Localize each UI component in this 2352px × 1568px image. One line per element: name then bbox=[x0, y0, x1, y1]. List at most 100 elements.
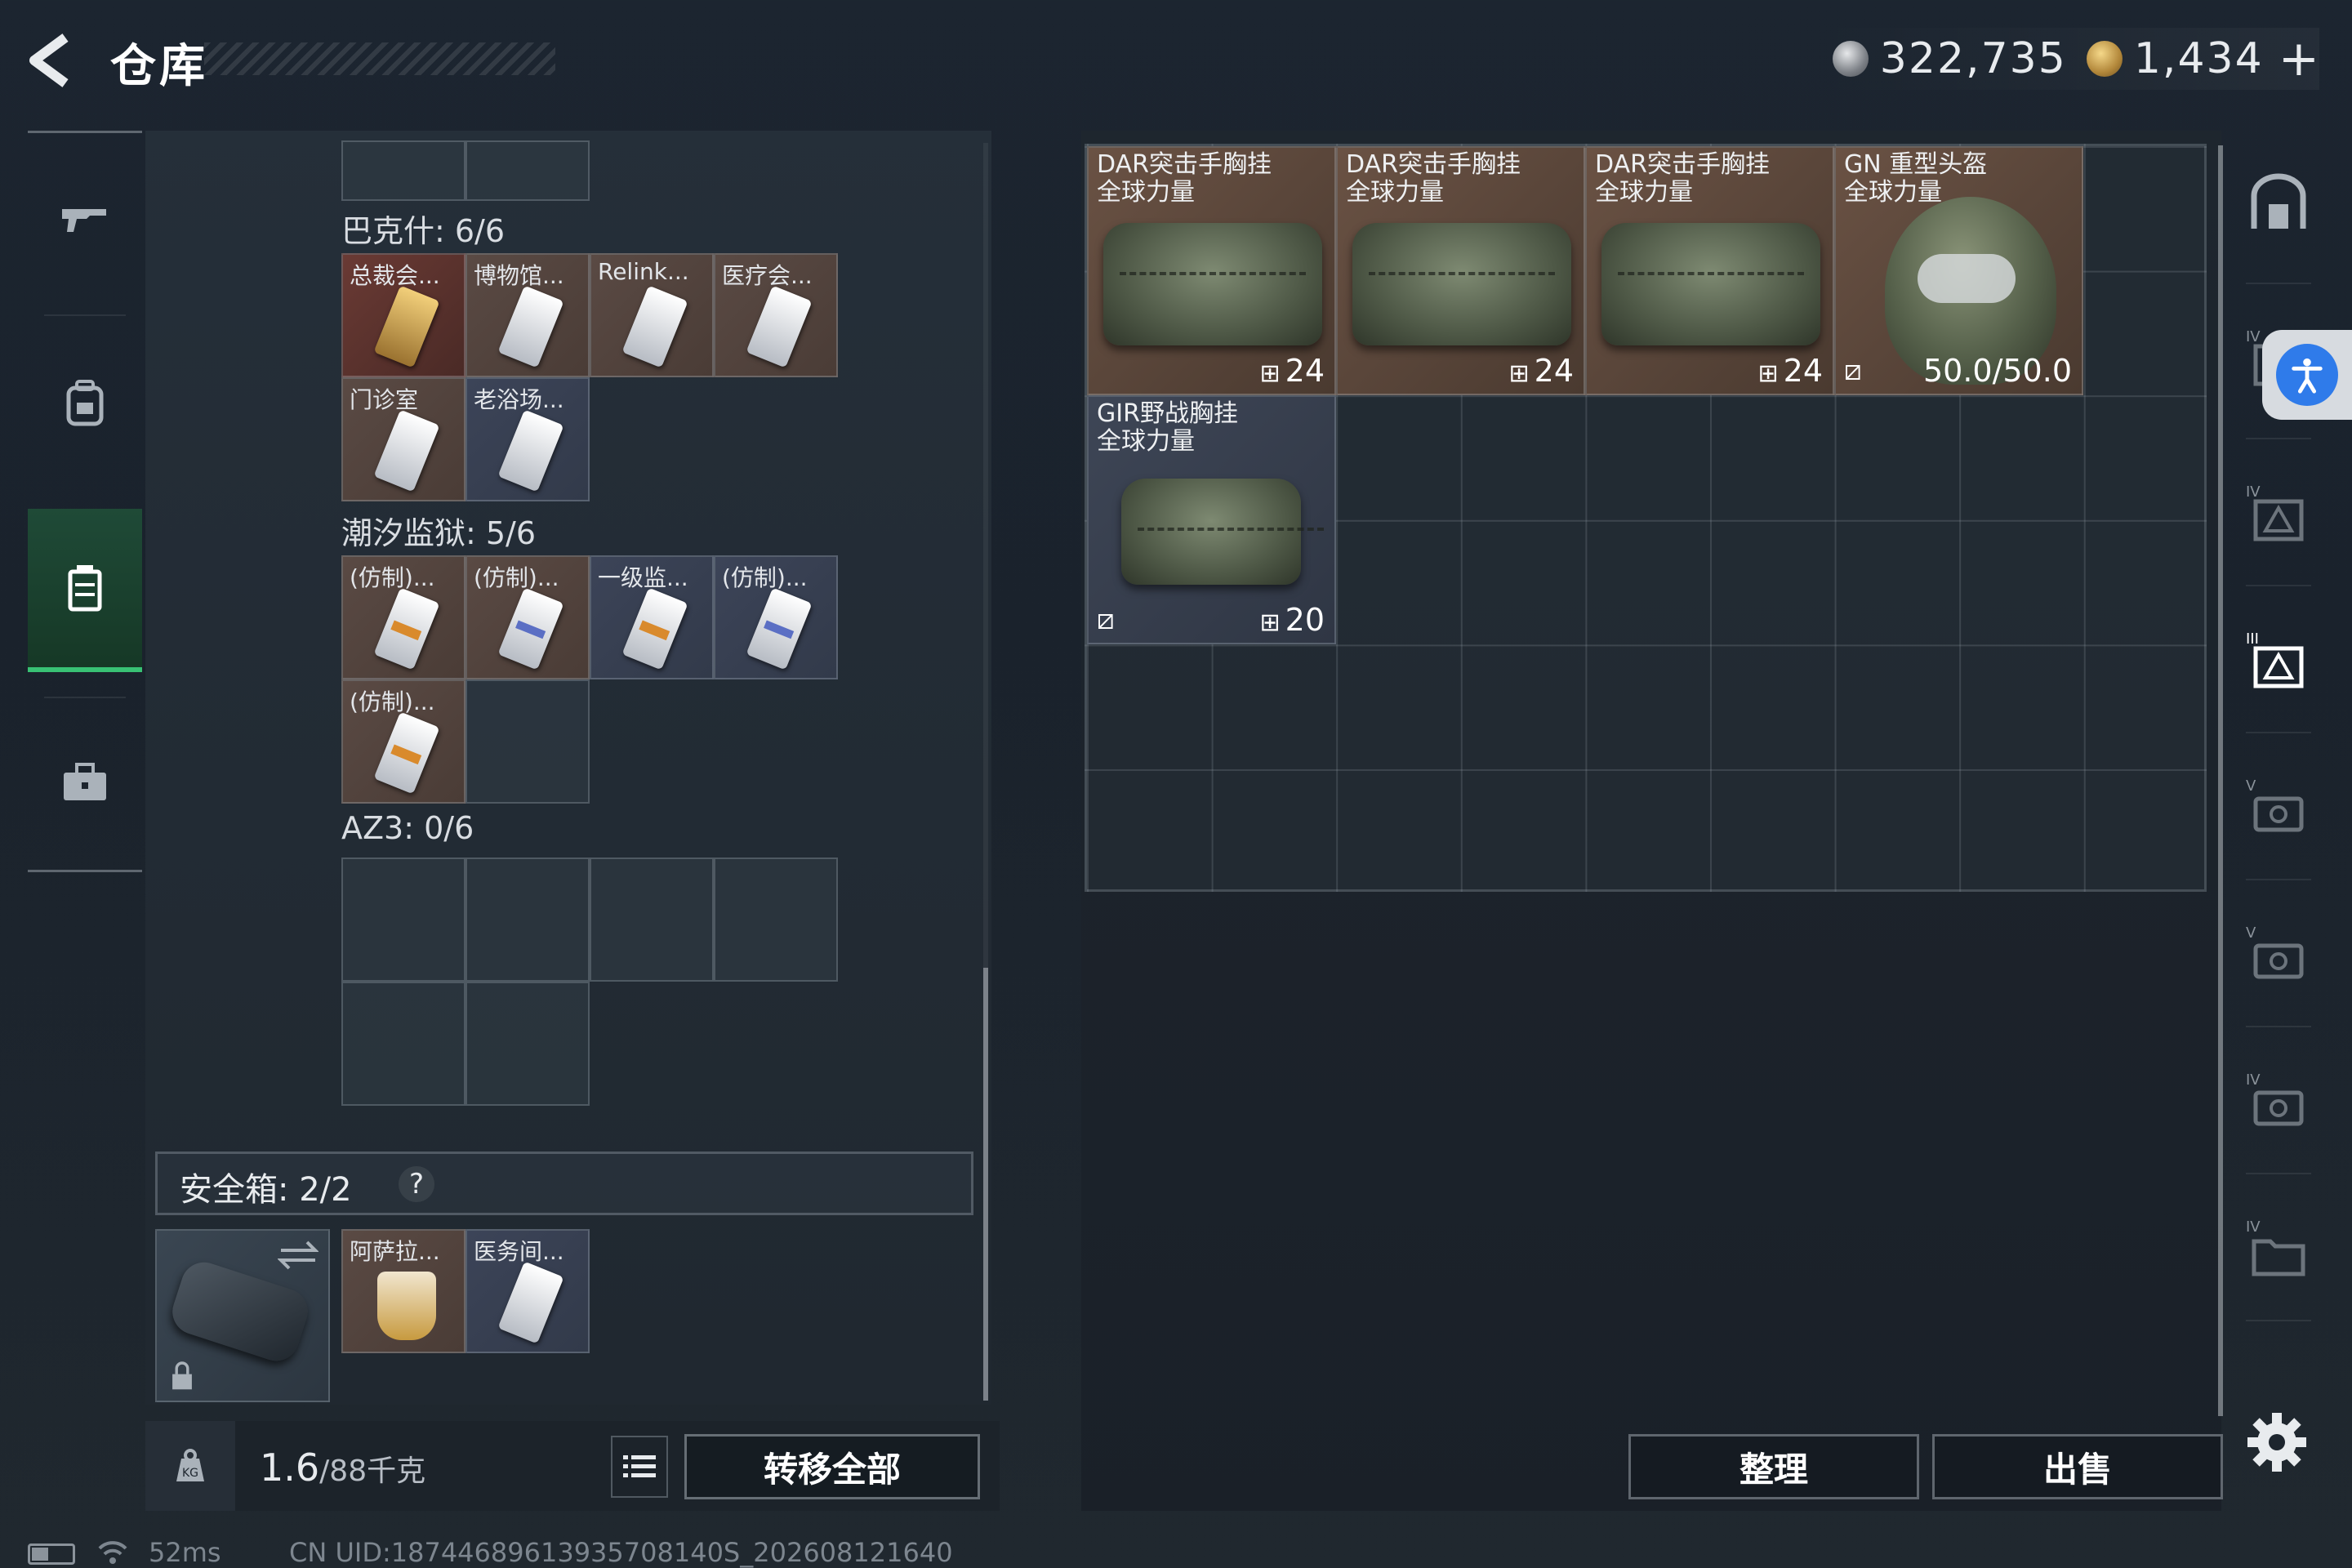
accessibility-icon bbox=[2292, 358, 2323, 394]
keycard-slot[interactable]: (仿制)... bbox=[341, 679, 466, 804]
stash-item[interactable]: GIR野战胸挂 全球力量 ⧄ ⊞ 20 bbox=[1087, 395, 1336, 644]
svg-text:V: V bbox=[2246, 777, 2256, 795]
safe-box-label: 安全箱: 2/2 bbox=[180, 1171, 352, 1209]
list-view-button[interactable] bbox=[611, 1436, 668, 1498]
no-insurance-icon: ⧄ bbox=[1844, 354, 1862, 387]
safe-box-grid: 阿萨拉... 医务间... bbox=[341, 1229, 590, 1353]
weight-display: 1.6/88千克 bbox=[260, 1446, 425, 1490]
capacity-icon: ⊞ bbox=[1259, 359, 1281, 388]
keycard-grid bbox=[341, 858, 838, 1106]
no-insurance-icon: ⧄ bbox=[1097, 604, 1115, 636]
section-label: 巴克什: 6/6 bbox=[341, 213, 506, 249]
keycard-slot[interactable]: (仿制)... bbox=[341, 555, 466, 679]
back-button[interactable] bbox=[24, 31, 82, 90]
left-scrollbar-thumb[interactable] bbox=[983, 968, 988, 1401]
tab-container[interactable]: IV bbox=[2230, 441, 2328, 588]
empty-slot[interactable] bbox=[341, 982, 466, 1106]
help-button[interactable]: ? bbox=[399, 1166, 434, 1202]
empty-slot[interactable] bbox=[466, 982, 590, 1106]
settings-button[interactable] bbox=[2244, 1410, 2310, 1475]
backpack-icon bbox=[66, 380, 104, 426]
keycard-slot[interactable]: 门诊室 bbox=[341, 377, 466, 501]
chest-rig-icon bbox=[1121, 479, 1324, 585]
keycard-icon bbox=[497, 409, 564, 492]
weight-lock: KG bbox=[145, 1421, 235, 1511]
tab-container[interactable]: V bbox=[2230, 882, 2328, 1029]
empty-slot[interactable] bbox=[341, 858, 466, 982]
stash-grid: DAR突击手胸挂 全球力量 ⊞ 24 DAR突击手胸挂 全球力量 ⊞ 24 DAR突击手… bbox=[1085, 144, 2207, 892]
empty-slot[interactable] bbox=[714, 858, 838, 982]
transfer-all-button[interactable]: 转移全部 bbox=[684, 1434, 980, 1499]
item-name: GN 重型头盔 bbox=[1844, 150, 1988, 179]
keycard-slot[interactable]: 老浴场... bbox=[466, 377, 590, 501]
capacity-icon: ⊞ bbox=[1259, 608, 1281, 637]
gun-icon bbox=[62, 209, 106, 232]
teapot-icon bbox=[377, 1272, 436, 1340]
keycard-slot[interactable]: (仿制)... bbox=[714, 555, 838, 679]
stash-item[interactable]: DAR突击手胸挂 全球力量 ⊞ 24 bbox=[1585, 146, 1834, 395]
secure-case-icon bbox=[167, 1256, 314, 1367]
storage-case-icon bbox=[68, 565, 102, 612]
keycard-icon bbox=[746, 285, 813, 368]
item-capacity: 24 bbox=[1783, 353, 1823, 389]
weight-capacity: /88千克 bbox=[319, 1454, 426, 1488]
tab-container-active[interactable]: III bbox=[2230, 588, 2328, 735]
keycard-slot[interactable]: 总裁会... bbox=[341, 253, 466, 377]
keycard-icon bbox=[621, 285, 688, 368]
tab-container[interactable]: V bbox=[2230, 735, 2328, 882]
keycard-slot[interactable]: 医疗会... bbox=[714, 253, 838, 377]
tier-v-case-icon: V bbox=[2246, 924, 2304, 979]
nav-toolbox[interactable] bbox=[28, 697, 142, 868]
keycard-slot[interactable]: (仿制)... bbox=[466, 555, 590, 679]
briefcase-icon bbox=[64, 763, 106, 800]
keycard-icon bbox=[373, 409, 440, 492]
gear-icon bbox=[2247, 1413, 2306, 1472]
empty-slot[interactable] bbox=[341, 140, 466, 201]
safe-box-slot[interactable]: 医务间... bbox=[466, 1229, 590, 1353]
right-scrollbar[interactable] bbox=[2218, 145, 2223, 1416]
item-faction: 全球力量 bbox=[1346, 178, 1444, 207]
keycard-grid: 总裁会... 博物馆... Relink... 医疗会... 门诊室 老浴场..… bbox=[341, 253, 838, 501]
tab-stash-main[interactable] bbox=[2230, 131, 2328, 278]
stash-item[interactable]: DAR突击手胸挂 全球力量 ⊞ 24 bbox=[1336, 146, 1585, 395]
weight-icon: KG bbox=[176, 1449, 204, 1481]
empty-slot[interactable] bbox=[466, 140, 590, 201]
keycard-slot[interactable]: 博物馆... bbox=[466, 253, 590, 377]
title-decoration bbox=[204, 42, 555, 75]
item-name: DAR突击手胸挂 bbox=[1097, 150, 1272, 179]
swap-icon bbox=[278, 1241, 318, 1270]
sort-button[interactable]: 整理 bbox=[1628, 1434, 1919, 1499]
keycard-slot[interactable]: 一级监... bbox=[590, 555, 714, 679]
tier-v-case-icon: V bbox=[2246, 777, 2304, 832]
empty-slot[interactable] bbox=[466, 858, 590, 982]
item-name: DAR突击手胸挂 bbox=[1346, 150, 1521, 179]
keycard-icon bbox=[373, 711, 440, 795]
empty-slot[interactable] bbox=[466, 679, 590, 804]
empty-slot[interactable] bbox=[590, 858, 714, 982]
add-currency-button[interactable]: + bbox=[2278, 30, 2319, 87]
tab-container[interactable]: IV bbox=[2230, 1029, 2328, 1176]
item-faction: 全球力量 bbox=[1097, 178, 1195, 207]
user-uid: CN UID:18744689613935708140S_20260812164… bbox=[289, 1537, 953, 1568]
tab-container[interactable]: IV bbox=[2230, 1176, 2328, 1323]
nav-backpack[interactable] bbox=[28, 317, 142, 488]
svg-text:V: V bbox=[2246, 924, 2256, 942]
item-faction: 全球力量 bbox=[1595, 178, 1693, 207]
safe-box-slot[interactable]: 阿萨拉... bbox=[341, 1229, 466, 1353]
section-label: AZ3: 0/6 bbox=[341, 810, 474, 846]
item-capacity: 20 bbox=[1285, 602, 1325, 638]
stash-item[interactable]: GN 重型头盔 全球力量 ⧄ 50.0/50.0 bbox=[1834, 146, 2083, 395]
nav-weapons[interactable] bbox=[28, 133, 142, 305]
sell-button[interactable]: 出售 bbox=[1932, 1434, 2223, 1499]
accessibility-button[interactable] bbox=[2262, 330, 2352, 420]
lock-icon bbox=[172, 1361, 192, 1390]
stash-item[interactable]: DAR突击手胸挂 全球力量 ⊞ 24 bbox=[1087, 146, 1336, 395]
back-arrow-icon bbox=[29, 33, 69, 87]
gold-coin-icon bbox=[2086, 41, 2123, 77]
keycard-grid-top bbox=[341, 140, 590, 201]
keycard-slot[interactable]: Relink... bbox=[590, 253, 714, 377]
safe-box-case[interactable] bbox=[155, 1229, 330, 1402]
nav-storage[interactable] bbox=[28, 509, 142, 672]
item-name: DAR突击手胸挂 bbox=[1595, 150, 1770, 179]
list-icon bbox=[623, 1455, 656, 1477]
